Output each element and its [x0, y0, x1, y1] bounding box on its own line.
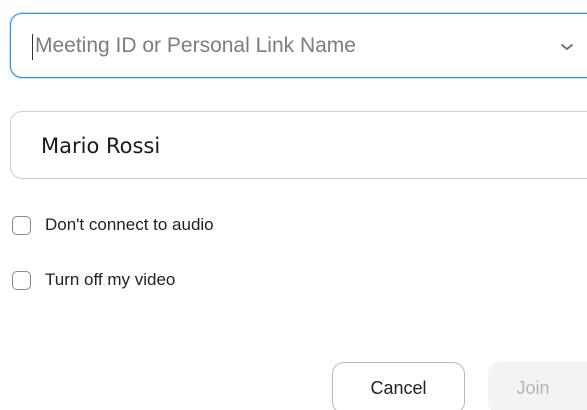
cancel-button-label: Cancel	[370, 377, 427, 398]
turn-off-video-checkbox[interactable]	[12, 270, 31, 290]
dont-connect-audio-label: Don't connect to audio	[45, 215, 214, 234]
turn-off-video-label: Turn off my video	[45, 270, 176, 289]
name-field[interactable]	[10, 111, 587, 179]
turn-off-video-option[interactable]: Turn off my video	[12, 267, 175, 293]
text-caret	[32, 34, 33, 60]
meeting-id-combobox[interactable]	[10, 13, 587, 78]
join-button-label: Join	[516, 377, 550, 398]
join-button[interactable]: Join	[488, 362, 587, 410]
name-input[interactable]	[41, 126, 561, 166]
cancel-button[interactable]: Cancel	[332, 362, 465, 410]
meeting-id-input[interactable]	[35, 26, 535, 66]
dont-connect-audio-option[interactable]: Don't connect to audio	[12, 212, 214, 238]
dont-connect-audio-checkbox[interactable]	[12, 215, 31, 235]
chevron-down-icon[interactable]	[560, 42, 574, 52]
